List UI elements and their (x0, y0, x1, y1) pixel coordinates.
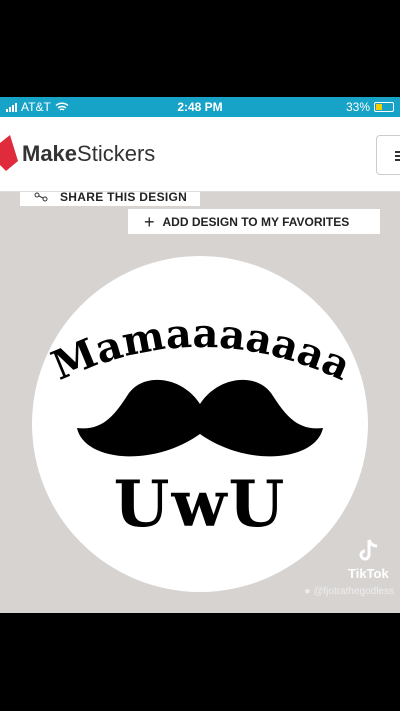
site-header: MakeStickers (0, 117, 400, 192)
battery-percent: 33% (345, 100, 370, 114)
add-to-favorites-button[interactable]: + ADD DESIGN TO MY FAVORITES (128, 209, 380, 234)
menu-bar-icon (395, 155, 400, 157)
battery-icon (374, 102, 394, 112)
brand-logo[interactable]: MakeStickers (22, 141, 155, 167)
status-time: 2:48 PM (177, 100, 223, 114)
status-right: 33% (346, 100, 394, 114)
sticker-bottom-text: UwU (114, 467, 287, 542)
user-icon: ● (304, 586, 311, 597)
design-preview-area: SHARE THIS DESIGN + ADD DESIGN TO MY FAV… (0, 192, 400, 613)
plus-icon: + (144, 211, 155, 232)
menu-bar-icon (395, 151, 400, 153)
menu-button[interactable] (376, 135, 400, 175)
sticker-preview: Mamaaaaaaa UwU (32, 256, 368, 592)
sticker-top-text: Mamaaaaaaa (45, 310, 358, 390)
tiktok-label: TikTok (348, 566, 389, 581)
brand-make: Make (22, 141, 78, 166)
status-bar: AT&T 2:48 PM 33% (0, 97, 400, 117)
share-label: SHARE THIS DESIGN (60, 192, 188, 204)
tiktok-username: ● @fjotrathegodless (304, 586, 394, 597)
menu-bar-icon (395, 159, 400, 161)
sticker-art: Mamaaaaaaa UwU (45, 310, 358, 542)
tiktok-watermark: TikTok (348, 538, 389, 581)
brand-stickers: Stickers (77, 141, 156, 166)
tiktok-icon (359, 539, 378, 561)
favorites-label: ADD DESIGN TO MY FAVORITES (162, 214, 350, 229)
username-text: @fjotrathegodless (313, 586, 394, 597)
share-icon (34, 192, 48, 202)
mustache-icon (77, 379, 323, 457)
logo-mark-icon (0, 135, 18, 171)
